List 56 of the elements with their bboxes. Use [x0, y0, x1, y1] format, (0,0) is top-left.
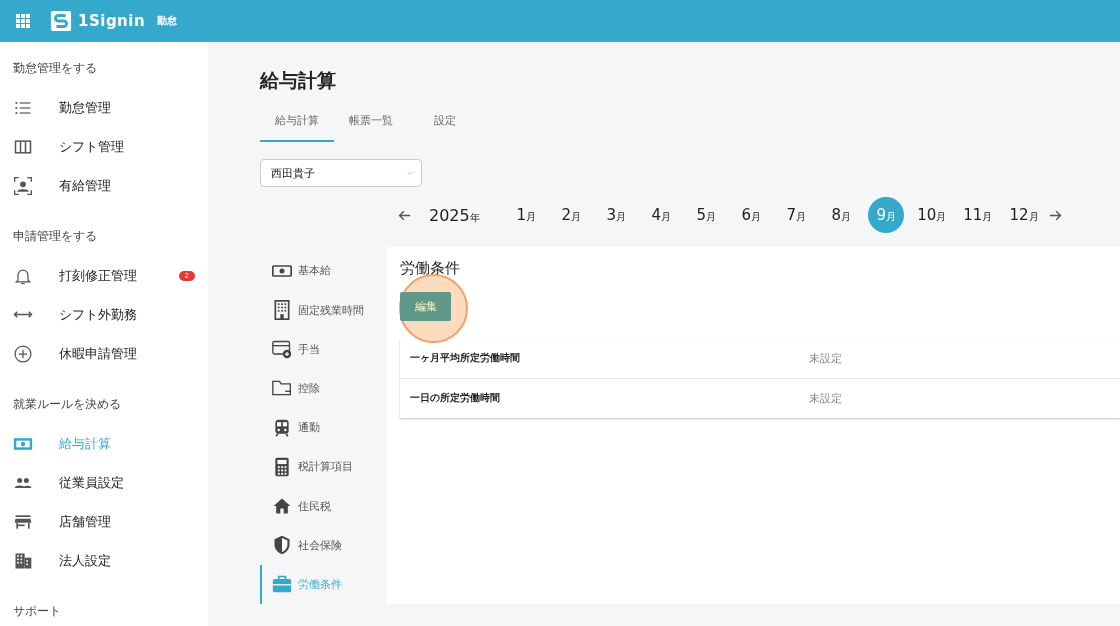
- building-icon: [272, 300, 292, 321]
- sidebar-item[interactable]: 法人設定: [0, 541, 208, 580]
- category-item[interactable]: 社会保険: [260, 525, 386, 565]
- month-button[interactable]: 7月: [778, 197, 815, 234]
- year-label: 2025年: [429, 205, 480, 225]
- logo-icon: [50, 10, 72, 32]
- section-heading: 申請管理をする: [12, 227, 98, 245]
- category-item[interactable]: 住民税: [260, 486, 386, 526]
- sidebar-item[interactable]: シフト外勤務: [0, 295, 208, 334]
- month-button[interactable]: 8月: [823, 197, 860, 234]
- section-heading: 勤怠管理をする: [12, 59, 98, 77]
- card-plus-icon: [272, 339, 292, 360]
- tab[interactable]: 設定: [408, 106, 482, 142]
- double-arrow-icon: [13, 310, 33, 319]
- category-item[interactable]: 基本給: [260, 251, 386, 291]
- category-item[interactable]: 控除: [260, 368, 386, 409]
- panel-title: 労働条件: [400, 259, 461, 279]
- calculator-icon: [272, 456, 292, 477]
- sidebar-item[interactable]: 有給管理: [0, 166, 208, 205]
- tab[interactable]: 帳票一覧: [334, 106, 408, 142]
- sidebar-item[interactable]: シフト管理: [0, 127, 208, 166]
- sidebar-item[interactable]: 休暇申請管理: [0, 334, 208, 373]
- sidebar-item[interactable]: 勤怠管理: [0, 88, 208, 127]
- page-title: 給与計算: [260, 68, 337, 93]
- field-value: 未設定: [809, 351, 842, 367]
- section-heading: サポート: [12, 602, 62, 620]
- month-button[interactable]: 10月: [913, 197, 951, 234]
- category-item[interactable]: 税計算項目: [260, 447, 386, 487]
- month-button[interactable]: 12月: [1005, 197, 1043, 234]
- sidebar-item[interactable]: 従業員設定: [0, 463, 208, 502]
- app-name: 1Signin: [78, 12, 146, 30]
- person-frame-icon: [13, 175, 33, 196]
- apps-menu-button[interactable]: [14, 12, 32, 30]
- train-icon: [272, 417, 292, 438]
- category-item[interactable]: 手当: [260, 329, 386, 369]
- house-icon: [272, 496, 292, 517]
- plus-circle-icon: [13, 343, 33, 364]
- shield-icon: [272, 535, 292, 556]
- category-item[interactable]: 通勤: [260, 408, 386, 448]
- field-value: 未設定: [809, 391, 842, 407]
- field-label: 一ヶ月平均所定労働時間: [410, 352, 521, 366]
- category-item[interactable]: 固定残業時間: [260, 290, 386, 330]
- month-button[interactable]: 5月: [688, 197, 725, 234]
- sidebar-item[interactable]: 店舗管理: [0, 502, 208, 541]
- briefcase-icon: [272, 574, 292, 595]
- section-heading: 就業ルールを決める: [12, 395, 122, 413]
- tab[interactable]: 給与計算: [260, 106, 334, 142]
- month-button[interactable]: 2月: [553, 197, 590, 234]
- month-button[interactable]: 3月: [598, 197, 635, 234]
- app-subtitle: 勤怠: [157, 14, 178, 28]
- field-label: 一日の所定労働時間: [410, 392, 501, 406]
- employee-select[interactable]: 西田貴子: [260, 159, 422, 188]
- month-button[interactable]: 4月: [643, 197, 680, 234]
- month-button[interactable]: 1月: [508, 197, 545, 234]
- month-button[interactable]: 6月: [733, 197, 770, 234]
- month-button[interactable]: 11月: [959, 197, 997, 234]
